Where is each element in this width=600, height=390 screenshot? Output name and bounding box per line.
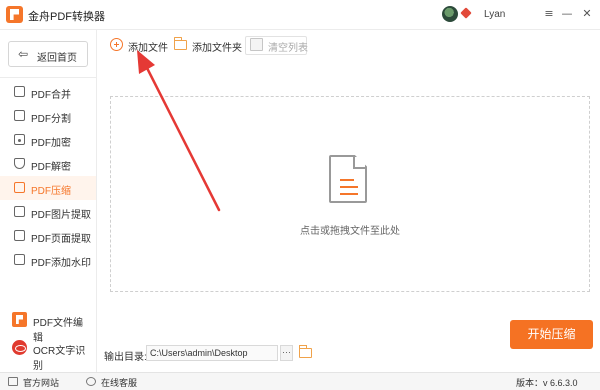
sidebar-divider [0,77,96,78]
vip-badge-icon[interactable] [460,7,472,19]
sidebar-item-label: PDF解密 [31,162,71,173]
username[interactable]: Lyan [484,9,505,20]
sidebar-item-page-extract[interactable]: PDF页面提取 [0,224,96,248]
add-folder-button[interactable]: 添加文件夹 [173,36,242,54]
app-title: 金舟PDF转换器 [28,11,105,23]
document-line [340,179,354,181]
document-fold [353,155,367,169]
sidebar-item-label: PDF压缩 [31,186,71,197]
sidebar-item-watermark[interactable]: PDF添加水印 [0,248,96,272]
close-button[interactable]: ✕ [578,5,596,23]
status-bar: 官方网站 在线客服 版本：v 6.6.3.0 [0,372,600,390]
pdf-editor-button[interactable]: PDF文件编辑 [8,309,90,344]
website-label: 官方网站 [23,378,60,388]
split-icon [14,110,25,121]
clear-list-button[interactable]: 清空列表 [250,36,308,54]
back-home-label: 返回首页 [37,53,77,64]
minimize-button[interactable]: — [558,5,576,23]
avatar[interactable] [442,6,458,22]
add-file-label: 添加文件 [128,43,168,54]
sidebar-item-encrypt[interactable]: PDF加密 [0,128,96,152]
sidebar-item-label: PDF添加水印 [31,258,91,269]
sidebar-item-label: PDF分割 [31,114,71,125]
compress-icon [14,182,25,193]
app-logo-icon [6,6,23,23]
page-extract-icon [14,230,25,241]
merge-icon [14,86,25,97]
sidebar-item-label: PDF页面提取 [31,234,91,245]
shield-icon [14,158,25,169]
clear-list-icon [250,38,263,51]
add-file-button[interactable]: 添加文件 [110,36,168,54]
sidebar-item-label: PDF合并 [31,90,71,101]
add-circle-icon [110,38,123,51]
chat-icon [86,377,96,386]
image-extract-icon [14,206,25,217]
output-path-field[interactable]: C:\Users\admin\Desktop [146,345,278,361]
sidebar-item-merge[interactable]: PDF合并 [0,80,96,104]
ocr-button[interactable]: OCR文字识别 [8,337,90,372]
browse-button[interactable]: ··· [280,345,293,361]
drop-hint-text: 点击或拖拽文件至此处 [300,226,400,237]
folder-icon [173,37,187,50]
file-drop-zone[interactable]: 点击或拖拽文件至此处 [110,96,590,292]
document-line [340,193,358,195]
title-bar: 金舟PDF转换器 Lyan ≡ — ✕ [0,0,600,30]
ocr-label: OCR文字识别 [33,346,86,372]
clear-list-label: 清空列表 [268,43,308,54]
menu-icon[interactable]: ≡ [540,5,558,23]
sidebar-item-label: PDF图片提取 [31,210,91,221]
start-compress-button[interactable]: 开始压缩 [510,320,593,349]
sidebar-item-image-extract[interactable]: PDF图片提取 [0,200,96,224]
back-arrow-icon: ⇦ [18,47,29,61]
version-text: 版本：v 6.6.3.0 [516,378,578,388]
pdf-logo-icon [12,312,27,327]
sidebar-item-label: PDF加密 [31,138,71,149]
add-folder-label: 添加文件夹 [192,43,242,54]
sidebar-item-compress[interactable]: PDF压缩 [0,176,96,200]
back-home-button[interactable]: ⇦ 返回首页 [8,41,88,67]
monitor-icon [8,377,18,386]
open-folder-icon[interactable] [298,345,312,358]
sidebar-item-decrypt[interactable]: PDF解密 [0,152,96,176]
document-line [340,186,358,188]
lock-icon [14,134,25,145]
sidebar-item-split[interactable]: PDF分割 [0,104,96,128]
output-dir-label: 输出目录: [104,352,147,363]
support-label: 在线客服 [101,378,138,388]
watermark-icon [14,254,25,265]
ocr-eye-icon [12,340,27,355]
sidebar: ⇦ 返回首页 PDF合并 PDF分割 PDF加密 PDF解密 PDF压缩 PDF… [0,30,97,372]
